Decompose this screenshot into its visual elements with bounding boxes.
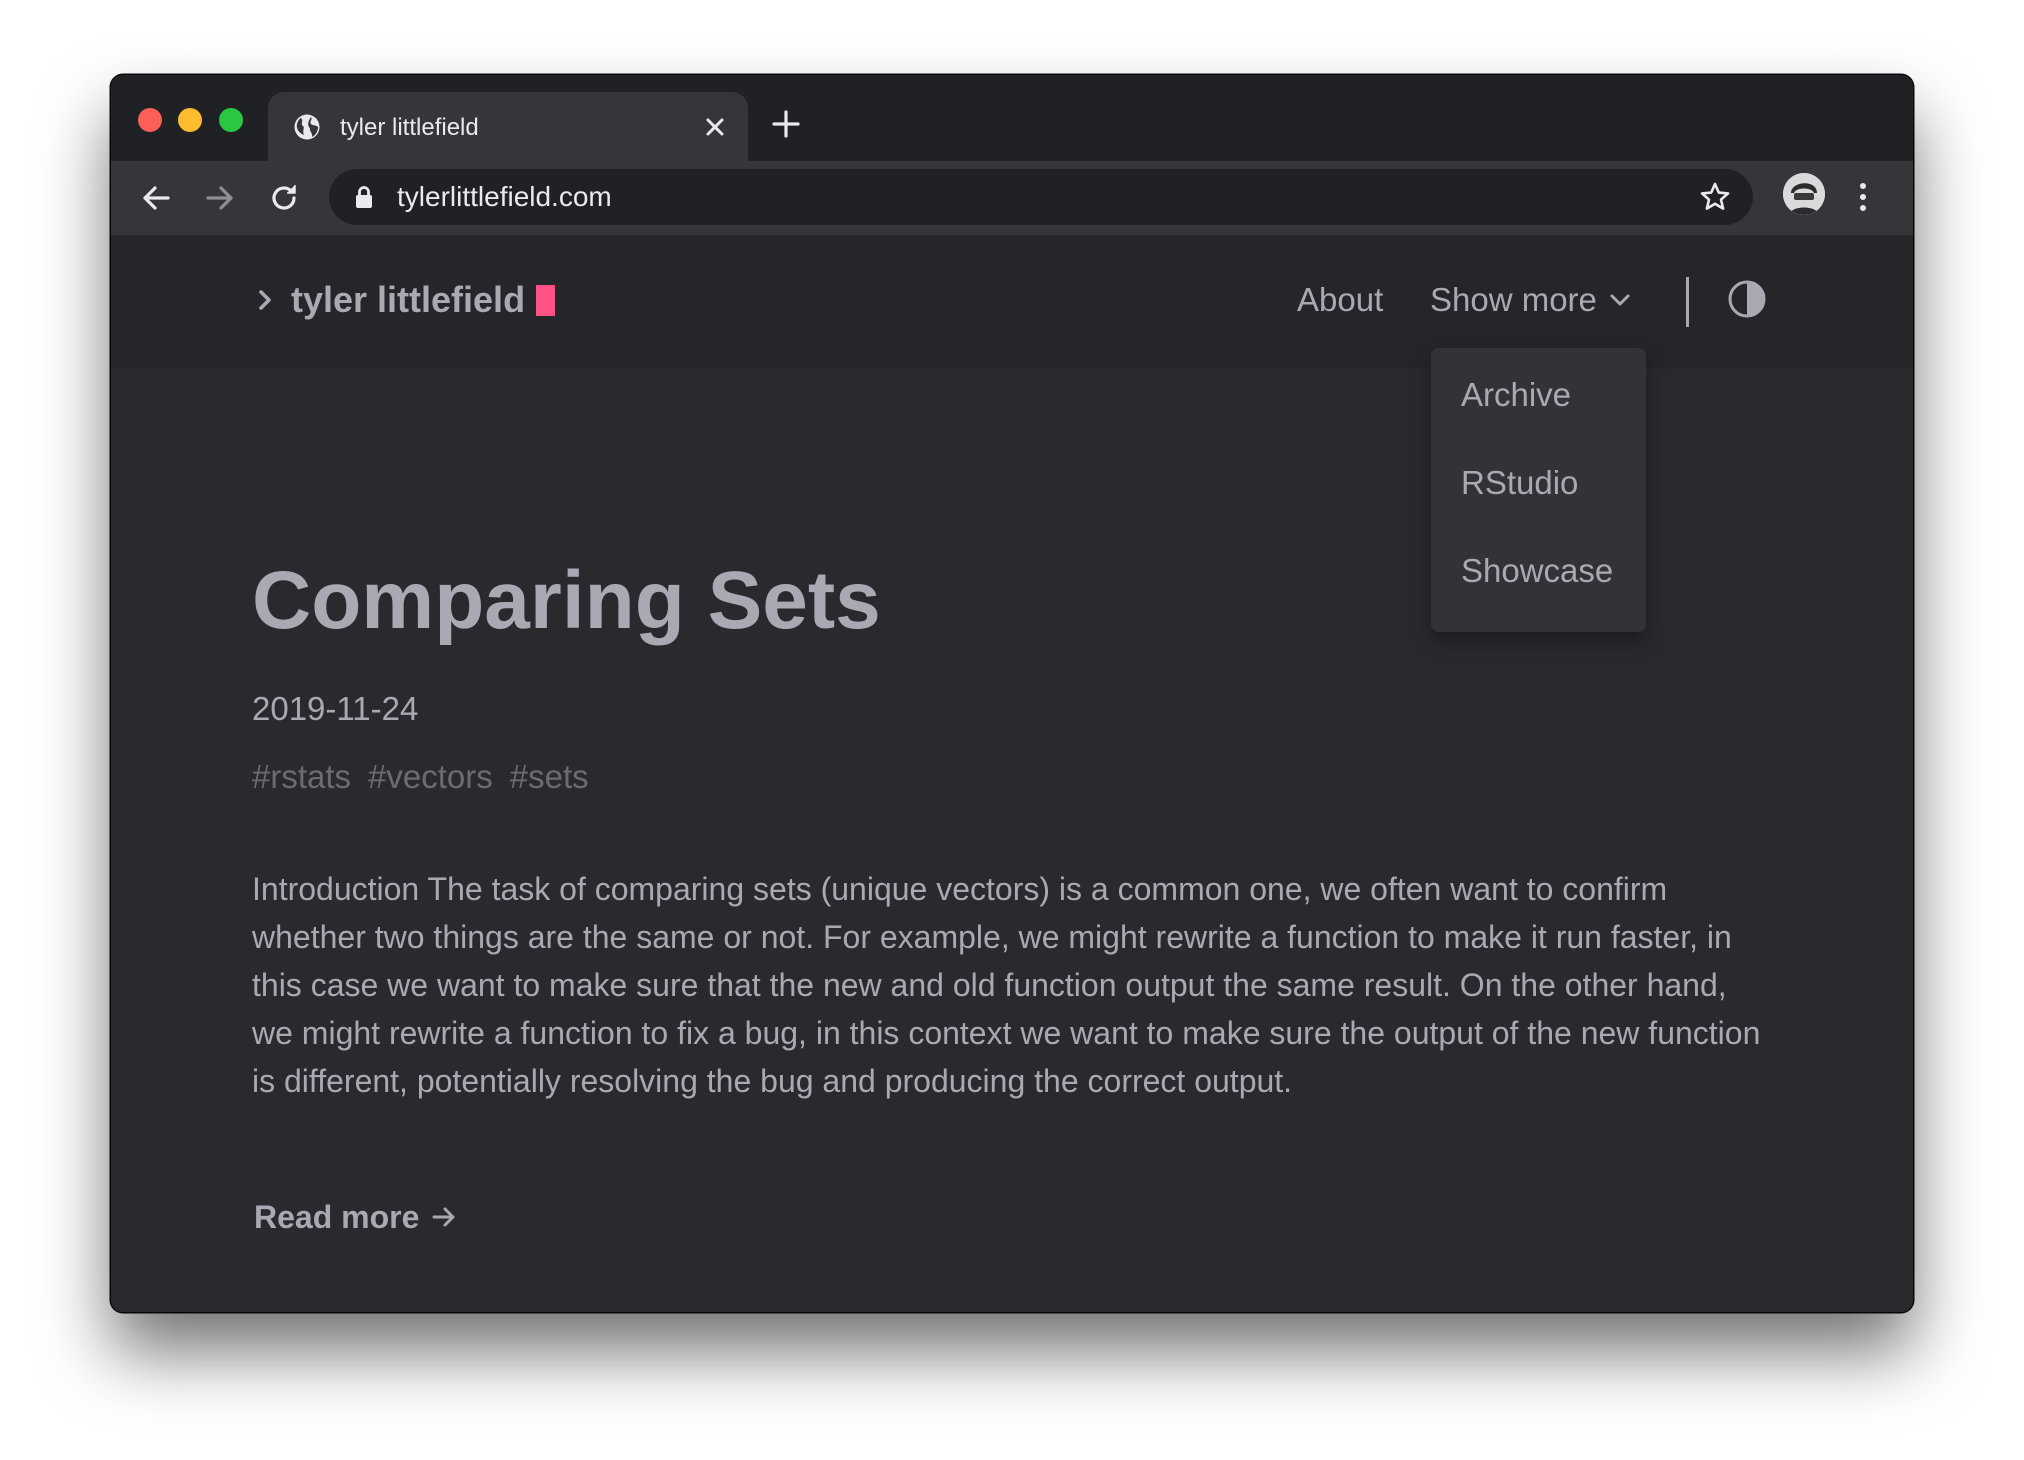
arrow-right-icon xyxy=(432,1207,455,1227)
dropdown-item-rstudio[interactable]: RStudio xyxy=(1461,461,1578,505)
globe-icon xyxy=(294,114,320,140)
browser-window: tyler littlefield tylerlittlefield.com t… xyxy=(111,75,1913,1312)
avatar[interactable] xyxy=(1783,173,1825,215)
post-date: 2019-11-24 xyxy=(252,690,419,727)
reload-icon[interactable] xyxy=(267,181,301,215)
lock-icon xyxy=(356,186,372,208)
read-more-link[interactable]: Read more xyxy=(254,1194,457,1240)
star-icon[interactable] xyxy=(1699,181,1731,213)
tag-vectors[interactable]: #vectors xyxy=(368,755,493,799)
logo-cursor xyxy=(536,284,556,316)
chevron-down-icon xyxy=(1610,294,1630,306)
plus-icon[interactable] xyxy=(771,109,801,139)
url-text[interactable]: tylerlittlefield.com xyxy=(397,179,612,215)
tag-rstats[interactable]: #rstats xyxy=(252,755,351,799)
nav-show-more-button[interactable]: Show more xyxy=(1430,277,1632,323)
arrow-left-icon[interactable] xyxy=(139,181,173,215)
contrast-icon[interactable] xyxy=(1727,279,1767,319)
chevron-right-icon xyxy=(259,290,271,310)
title-bar: tyler littlefield xyxy=(111,75,1913,164)
post-tags: #rstats #vectors #sets xyxy=(252,755,589,799)
nav-about-link[interactable]: About xyxy=(1297,277,1383,323)
browser-toolbar: tylerlittlefield.com xyxy=(111,161,1913,235)
close-icon[interactable] xyxy=(702,114,728,140)
arrow-right-icon[interactable] xyxy=(203,181,237,215)
browser-tab[interactable]: tyler littlefield xyxy=(268,92,748,164)
web-page: tyler littlefield About Show more Archiv… xyxy=(111,235,1913,1312)
address-bar[interactable]: tylerlittlefield.com xyxy=(329,169,1753,225)
post-excerpt: Introduction The task of comparing sets … xyxy=(252,871,1761,1099)
dropdown-item-showcase[interactable]: Showcase xyxy=(1461,549,1613,593)
maximize-window-button[interactable] xyxy=(219,108,243,132)
minimize-window-button[interactable] xyxy=(178,108,202,132)
nav-divider xyxy=(1686,277,1689,327)
tag-sets[interactable]: #sets xyxy=(510,755,589,799)
nav-show-more-label: Show more xyxy=(1430,281,1597,318)
close-window-button[interactable] xyxy=(138,108,162,132)
post-title[interactable]: Comparing Sets xyxy=(252,551,881,651)
read-more-label: Read more xyxy=(254,1199,420,1235)
profile-photo-icon xyxy=(1783,173,1825,215)
kebab-menu-icon[interactable] xyxy=(1853,179,1873,215)
logo-text: tyler littlefield xyxy=(291,279,526,320)
show-more-dropdown: Archive RStudio Showcase xyxy=(1431,348,1646,632)
tab-title: tyler littlefield xyxy=(340,114,479,141)
site-logo[interactable]: tyler littlefield xyxy=(253,275,556,325)
dropdown-item-archive[interactable]: Archive xyxy=(1461,373,1571,417)
